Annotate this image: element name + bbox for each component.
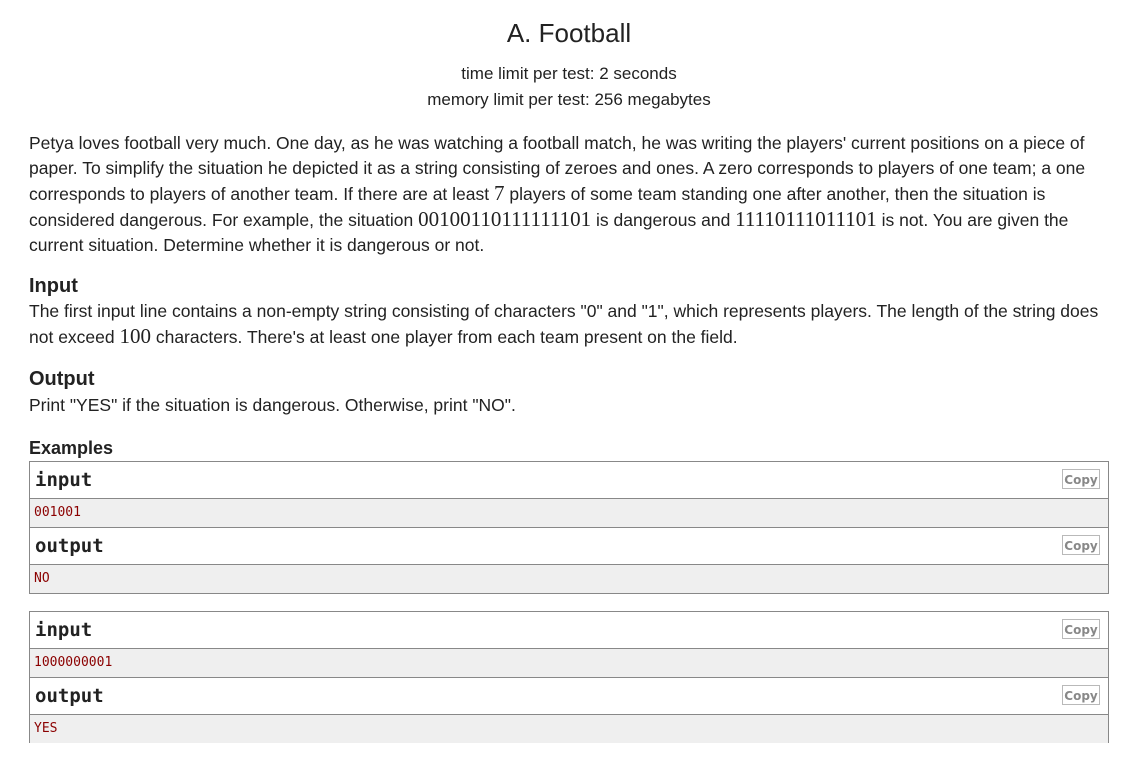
input-header: input Copy <box>30 612 1108 649</box>
statement-line: considered dangerous. For example, the s… <box>29 207 1111 233</box>
statement-line: current situation. Determine whether it … <box>29 235 485 255</box>
copy-output-button[interactable]: Copy <box>1062 685 1100 705</box>
input-spec-text: characters. There's at least one player … <box>150 327 738 347</box>
output-section-title: Output <box>29 368 95 390</box>
input-label: input <box>35 619 93 641</box>
input-header: input Copy <box>30 462 1108 499</box>
examples-title: Examples <box>29 438 114 458</box>
statement-text: is not. You are given the <box>876 210 1069 230</box>
input-spec-text: not exceed <box>29 327 120 347</box>
input-value: 1000000001 <box>34 655 113 670</box>
input-label: input <box>35 469 93 491</box>
statement-text: corresponds to players of another team. … <box>29 184 494 204</box>
output-header: output Copy <box>30 678 1108 715</box>
output-header: output Copy <box>30 528 1108 565</box>
statement-line: Petya loves football very much. One day,… <box>29 133 1085 153</box>
math-value: 100 <box>119 324 151 348</box>
problem-statement: Petya loves football very much. One day,… <box>29 131 1111 258</box>
output-block: YES <box>30 715 1108 743</box>
output-value: NO <box>34 571 50 586</box>
copy-input-button[interactable]: Copy <box>1062 619 1100 639</box>
statement-text: considered dangerous. For example, the s… <box>29 210 419 230</box>
problem-title: A. Football <box>506 18 632 48</box>
statement-text: players of some team standing one after … <box>504 184 1046 204</box>
statement-text: is dangerous and <box>591 210 736 230</box>
copy-output-button[interactable]: Copy <box>1062 535 1100 555</box>
input-block: 001001 <box>30 499 1108 528</box>
sample-test: input Copy 001001 output Copy NO <box>29 461 1109 594</box>
time-limit: time limit per test: 2 seconds <box>461 64 677 83</box>
input-value: 001001 <box>34 505 81 520</box>
statement-line: paper. To simplify the situation he depi… <box>29 158 1086 178</box>
output-label: output <box>35 535 104 557</box>
math-value: 7 <box>493 181 505 205</box>
math-value: 00100110111111101 <box>418 207 592 231</box>
statement-line: corresponds to players of another team. … <box>29 181 1111 207</box>
input-section-title: Input <box>29 275 78 297</box>
copy-input-button[interactable]: Copy <box>1062 469 1100 489</box>
output-section-text: Print "YES" if the situation is dangerou… <box>29 395 516 415</box>
input-spec-line: The first input line contains a non-empt… <box>29 301 1099 321</box>
output-label: output <box>35 685 104 707</box>
input-block: 1000000001 <box>30 649 1108 678</box>
memory-limit: memory limit per test: 256 megabytes <box>427 90 711 109</box>
output-value: YES <box>34 721 58 736</box>
output-block: NO <box>30 565 1108 593</box>
input-section-text: The first input line contains a non-empt… <box>29 299 1111 350</box>
sample-test: input Copy 1000000001 output Copy YES <box>29 611 1109 743</box>
math-value: 11110111011101 <box>735 207 877 231</box>
input-spec-line: not exceed 100 characters. There's at le… <box>29 324 1111 350</box>
